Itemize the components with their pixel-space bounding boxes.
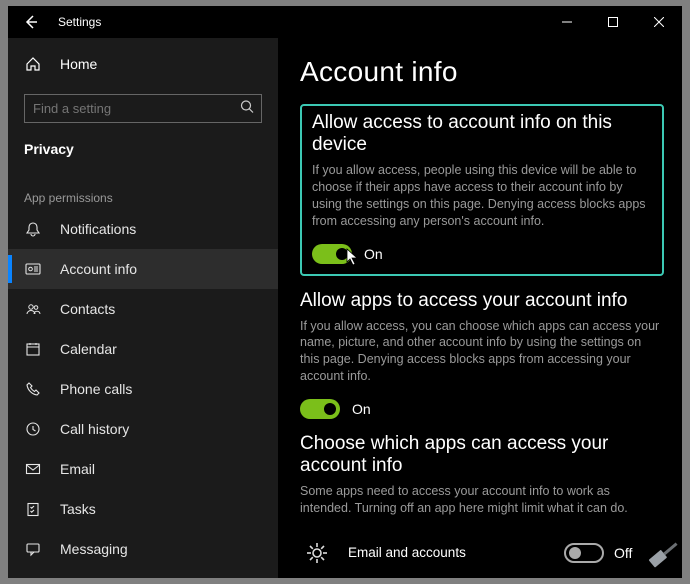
- sidebar-section-header: App permissions: [8, 165, 278, 209]
- app-access-toggle[interactable]: [300, 399, 340, 419]
- close-icon: [654, 17, 664, 27]
- app-title: Settings: [58, 15, 101, 29]
- section1-title: Allow access to account info on this dev…: [312, 112, 652, 156]
- sidebar-item-phone-calls[interactable]: Phone calls: [8, 369, 278, 409]
- app-name: Email and accounts: [348, 545, 550, 560]
- sidebar: Home Privacy App permissions Notificatio…: [8, 38, 278, 578]
- sidebar-item-label: Call history: [60, 421, 129, 437]
- app-toggle[interactable]: [564, 543, 604, 563]
- history-icon: [24, 420, 42, 438]
- gear-icon: [300, 536, 334, 570]
- search-icon: [240, 99, 254, 118]
- content-pane: Account info Allow access to account inf…: [278, 38, 682, 578]
- mail-icon: [24, 460, 42, 478]
- app-access-toggle-label: On: [352, 401, 371, 417]
- minimize-button[interactable]: [544, 6, 590, 38]
- app-row: Microsoft ContentOff: [300, 575, 664, 578]
- maximize-button[interactable]: [590, 6, 636, 38]
- sidebar-item-label: Notifications: [60, 221, 136, 237]
- section-choose-apps: Choose which apps can access your accoun…: [300, 433, 664, 578]
- maximize-icon: [608, 17, 618, 27]
- section-app-access: Allow apps to access your account info I…: [300, 290, 664, 420]
- section1-desc: If you allow access, people using this d…: [312, 162, 652, 230]
- section3-title: Choose which apps can access your accoun…: [300, 433, 664, 477]
- sidebar-item-messaging[interactable]: Messaging: [8, 529, 278, 569]
- app-row: Email and accounts Off: [300, 531, 664, 575]
- device-access-toggle-label: On: [364, 246, 383, 262]
- back-button[interactable]: [8, 6, 54, 38]
- section-device-access: Allow access to account info on this dev…: [300, 104, 664, 276]
- sidebar-item-notifications[interactable]: Notifications: [8, 209, 278, 249]
- sidebar-item-label: Phone calls: [60, 381, 132, 397]
- breadcrumb: Privacy: [8, 123, 278, 165]
- contacts-icon: [24, 300, 42, 318]
- message-icon: [24, 540, 42, 558]
- tasks-icon: [24, 500, 42, 518]
- bell-icon: [24, 220, 42, 238]
- sidebar-item-tasks[interactable]: Tasks: [8, 489, 278, 529]
- sidebar-item-account-info[interactable]: Account info: [8, 249, 278, 289]
- sidebar-item-calendar[interactable]: Calendar: [8, 329, 278, 369]
- sidebar-item-label: Email: [60, 461, 95, 477]
- calendar-icon: [24, 340, 42, 358]
- nav-list: Notifications Account info Contacts Calenda…: [8, 209, 278, 578]
- titlebar: Settings: [8, 6, 682, 38]
- settings-window: Settings Home: [8, 6, 682, 578]
- search-input[interactable]: [24, 94, 262, 123]
- section2-title: Allow apps to access your account info: [300, 290, 664, 312]
- section3-desc: Some apps need to access your account in…: [300, 483, 664, 517]
- sidebar-item-label: Tasks: [60, 501, 96, 517]
- sidebar-item-label: Calendar: [60, 341, 117, 357]
- arrow-left-icon: [23, 14, 39, 30]
- account-icon: [24, 260, 42, 278]
- sidebar-item-call-history[interactable]: Call history: [8, 409, 278, 449]
- phone-icon: [24, 380, 42, 398]
- close-button[interactable]: [636, 6, 682, 38]
- home-label: Home: [60, 56, 97, 72]
- page-title: Account info: [300, 56, 664, 88]
- home-icon: [24, 55, 42, 73]
- home-nav[interactable]: Home: [8, 44, 278, 84]
- device-access-toggle[interactable]: [312, 244, 352, 264]
- minimize-icon: [562, 17, 572, 27]
- sidebar-item-label: Account info: [60, 261, 137, 277]
- window-controls: [544, 6, 682, 38]
- section2-desc: If you allow access, you can choose whic…: [300, 318, 664, 386]
- sidebar-item-contacts[interactable]: Contacts: [8, 289, 278, 329]
- app-toggle-label: Off: [614, 545, 632, 561]
- sidebar-item-label: Messaging: [60, 541, 128, 557]
- sidebar-item-label: Contacts: [60, 301, 115, 317]
- sidebar-item-email[interactable]: Email: [8, 449, 278, 489]
